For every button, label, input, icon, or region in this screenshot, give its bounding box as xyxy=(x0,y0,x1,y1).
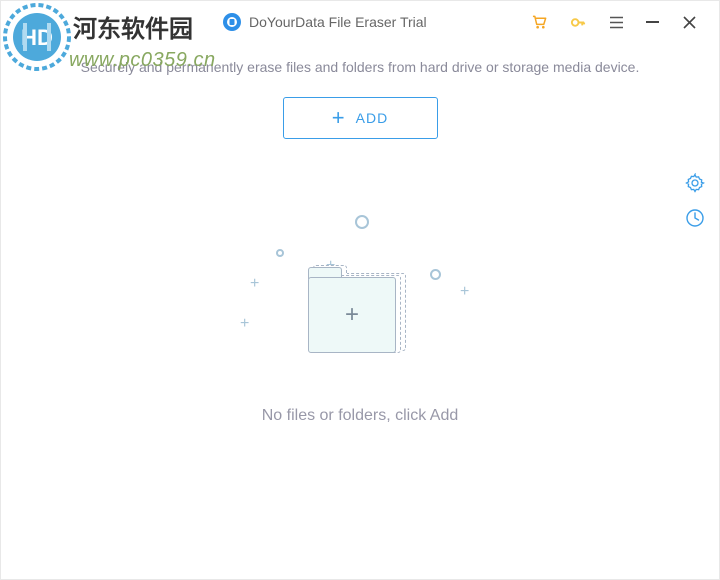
plus-icon: + xyxy=(332,107,346,129)
watermark-logo: HD xyxy=(3,3,71,71)
add-button[interactable]: + ADD xyxy=(283,97,438,139)
menu-icon[interactable] xyxy=(608,14,624,30)
watermark-url: www.pc0359.cn xyxy=(69,49,216,72)
history-clock-icon[interactable] xyxy=(685,208,705,228)
close-icon[interactable] xyxy=(681,14,697,30)
watermark-site-name: 河东软件园 xyxy=(73,9,193,44)
empty-state-message: No files or folders, click Add xyxy=(1,407,719,425)
empty-illustration: + + + + + xyxy=(240,215,480,385)
key-icon[interactable] xyxy=(570,14,586,30)
side-controls xyxy=(685,173,705,228)
settings-gear-icon[interactable] xyxy=(685,173,705,193)
app-logo-icon xyxy=(223,13,241,31)
app-title: DoYourData File Eraser Trial xyxy=(249,14,532,30)
cart-icon[interactable] xyxy=(532,14,548,30)
add-button-label: ADD xyxy=(356,110,389,126)
minimize-icon[interactable] xyxy=(646,21,659,23)
